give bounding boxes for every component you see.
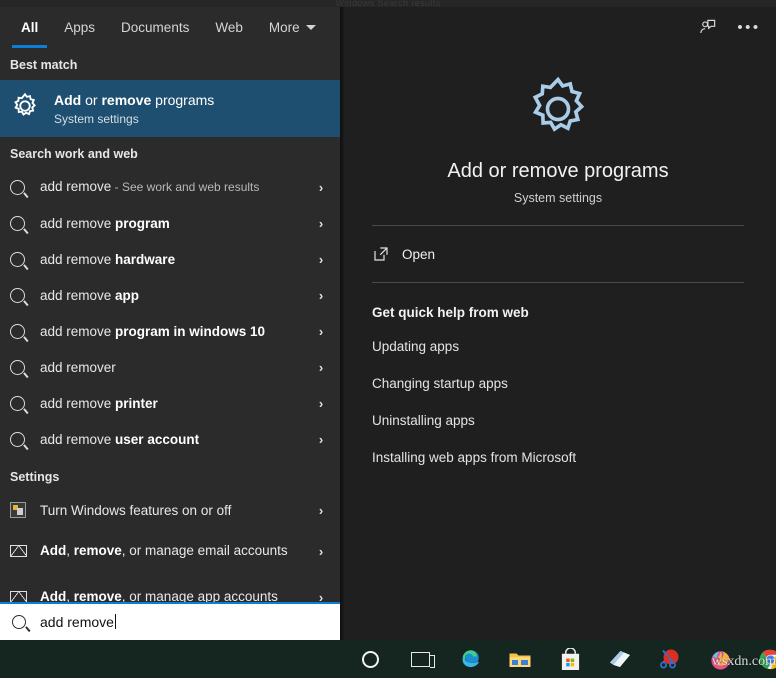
settings-header: Settings	[10, 470, 60, 484]
taskbar-left-region	[0, 640, 345, 678]
tab-web[interactable]: Web	[202, 7, 256, 48]
search-icon	[12, 615, 26, 629]
suggestion-label: add remove program	[40, 215, 170, 231]
chevron-right-icon: ›	[318, 215, 324, 231]
cortana-icon[interactable]	[358, 647, 382, 671]
open-external-icon	[372, 245, 398, 263]
chevron-right-icon: ›	[318, 502, 324, 518]
suggestion-row[interactable]: add remover ›	[0, 349, 340, 385]
tab-all[interactable]: All	[8, 7, 51, 48]
suggestion-row[interactable]: add remove hardware ›	[0, 241, 340, 277]
snipping-tool-icon[interactable]	[658, 647, 682, 671]
search-flyout-body: All Apps Documents Web More Best match A…	[0, 7, 776, 640]
windows-features-icon	[10, 502, 40, 518]
tab-documents-label: Documents	[121, 20, 190, 35]
search-web-header: Search work and web	[10, 147, 138, 161]
suggestion-label: add remover	[40, 359, 116, 375]
taskbar-icon-strip: wsxdn.com	[345, 647, 776, 671]
chevron-right-icon: ›	[318, 323, 324, 339]
tab-more-label: More	[268, 20, 300, 35]
help-link-updating-apps[interactable]: Updating apps	[372, 328, 744, 365]
chevron-right-icon: ›	[318, 431, 324, 447]
text-cursor	[114, 614, 116, 629]
gear-icon	[10, 91, 54, 126]
chevron-down-icon	[305, 25, 316, 30]
mail-icon	[10, 545, 40, 557]
preview-header: Add or remove programs System settings	[340, 48, 776, 225]
quick-help-header: Get quick help from web	[372, 305, 529, 320]
tab-web-label: Web	[215, 20, 243, 35]
suggestion-label: add remove app	[40, 287, 140, 303]
suggestion-label: add remove printer	[40, 395, 158, 411]
search-results-pane: All Apps Documents Web More Best match A…	[0, 7, 340, 640]
search-input-value: add remove	[40, 614, 114, 630]
feedback-icon[interactable]	[696, 17, 718, 39]
firefox-icon[interactable]	[708, 647, 732, 671]
window-title-text: Windows Search results	[335, 0, 441, 7]
suggestion-label: add remove user account	[40, 431, 200, 447]
tab-more[interactable]: More	[256, 7, 329, 48]
quick-help-section: Get quick help from web Updating apps Ch…	[340, 283, 776, 476]
search-input-container[interactable]: add remove	[0, 602, 340, 640]
best-match-header: Best match	[10, 58, 78, 72]
best-match-subtitle: System settings	[54, 111, 139, 126]
settings-row-turn-windows-features[interactable]: Turn Windows features on or off ›	[0, 492, 340, 528]
search-icon	[10, 179, 40, 195]
search-icon	[10, 431, 40, 447]
google-chrome-icon[interactable]	[758, 647, 776, 671]
task-view-icon[interactable]	[408, 647, 435, 671]
best-match-result-add-or-remove-programs[interactable]: Add or remove programs System settings	[0, 80, 340, 137]
microsoft-edge-icon[interactable]	[458, 647, 482, 671]
search-icon	[10, 215, 40, 231]
suggestion-row[interactable]: add remove user account ›	[0, 421, 340, 457]
preview-subtitle: System settings	[513, 191, 603, 205]
gear-icon	[372, 64, 744, 158]
search-icon	[10, 323, 40, 339]
chevron-right-icon: ›	[318, 395, 324, 411]
chevron-right-icon: ›	[318, 179, 324, 195]
microsoft-store-icon[interactable]	[558, 647, 582, 671]
sticky-notes-icon[interactable]	[608, 647, 632, 671]
search-icon	[10, 287, 40, 303]
chevron-right-icon: ›	[318, 543, 324, 559]
preview-title: Add or remove programs	[447, 160, 669, 182]
best-match-title: Add or remove programs	[54, 91, 215, 108]
results-scroll-area[interactable]: Best match Add or remove programs System…	[0, 48, 340, 640]
tab-apps-label: Apps	[64, 20, 96, 35]
search-icon	[10, 395, 40, 411]
settings-row-email-accounts[interactable]: Add, remove, or manage email accounts ›	[0, 528, 340, 574]
file-explorer-icon[interactable]	[508, 647, 532, 671]
chevron-right-icon: ›	[318, 287, 324, 303]
suggestion-row[interactable]: add remove program in windows 10 ›	[0, 313, 340, 349]
tab-all-label: All	[21, 20, 39, 35]
search-icon	[10, 251, 40, 267]
filter-tabs: All Apps Documents Web More	[0, 7, 340, 48]
suggestion-row[interactable]: add remove printer ›	[0, 385, 340, 421]
chevron-right-icon: ›	[318, 251, 324, 267]
tab-apps[interactable]: Apps	[51, 7, 108, 48]
preview-toolbar: •••	[340, 7, 776, 48]
open-label: Open	[402, 246, 436, 262]
search-icon	[10, 359, 40, 375]
suggestion-label: add remove program in windows 10	[40, 323, 266, 339]
help-link-changing-startup-apps[interactable]: Changing startup apps	[372, 365, 744, 402]
suggestion-row[interactable]: add remove - See work and web results ›	[0, 169, 340, 205]
windows-search-flyout: Windows Search results All Apps Document…	[0, 0, 776, 678]
help-link-uninstalling-apps[interactable]: Uninstalling apps	[372, 402, 744, 439]
suggestion-row[interactable]: add remove app ›	[0, 277, 340, 313]
settings-label: Turn Windows features on or off	[40, 502, 232, 518]
suggestion-label: add remove - See work and web results	[40, 179, 260, 194]
tab-documents[interactable]: Documents	[108, 7, 202, 48]
preview-pane: ••• Add or remove programs System settin…	[340, 7, 776, 640]
settings-label: Add, remove, or manage email accounts	[40, 543, 288, 558]
chevron-right-icon: ›	[318, 359, 324, 375]
taskbar: wsxdn.com	[0, 640, 776, 678]
help-link-installing-web-apps[interactable]: Installing web apps from Microsoft	[372, 439, 744, 476]
search-input[interactable]: add remove	[40, 614, 116, 630]
open-action-button[interactable]: Open	[340, 226, 776, 282]
suggestion-row[interactable]: add remove program ›	[0, 205, 340, 241]
window-title-sliver: Windows Search results	[0, 0, 776, 7]
more-options-icon[interactable]: •••	[737, 17, 760, 39]
suggestion-label: add remove hardware	[40, 251, 176, 267]
